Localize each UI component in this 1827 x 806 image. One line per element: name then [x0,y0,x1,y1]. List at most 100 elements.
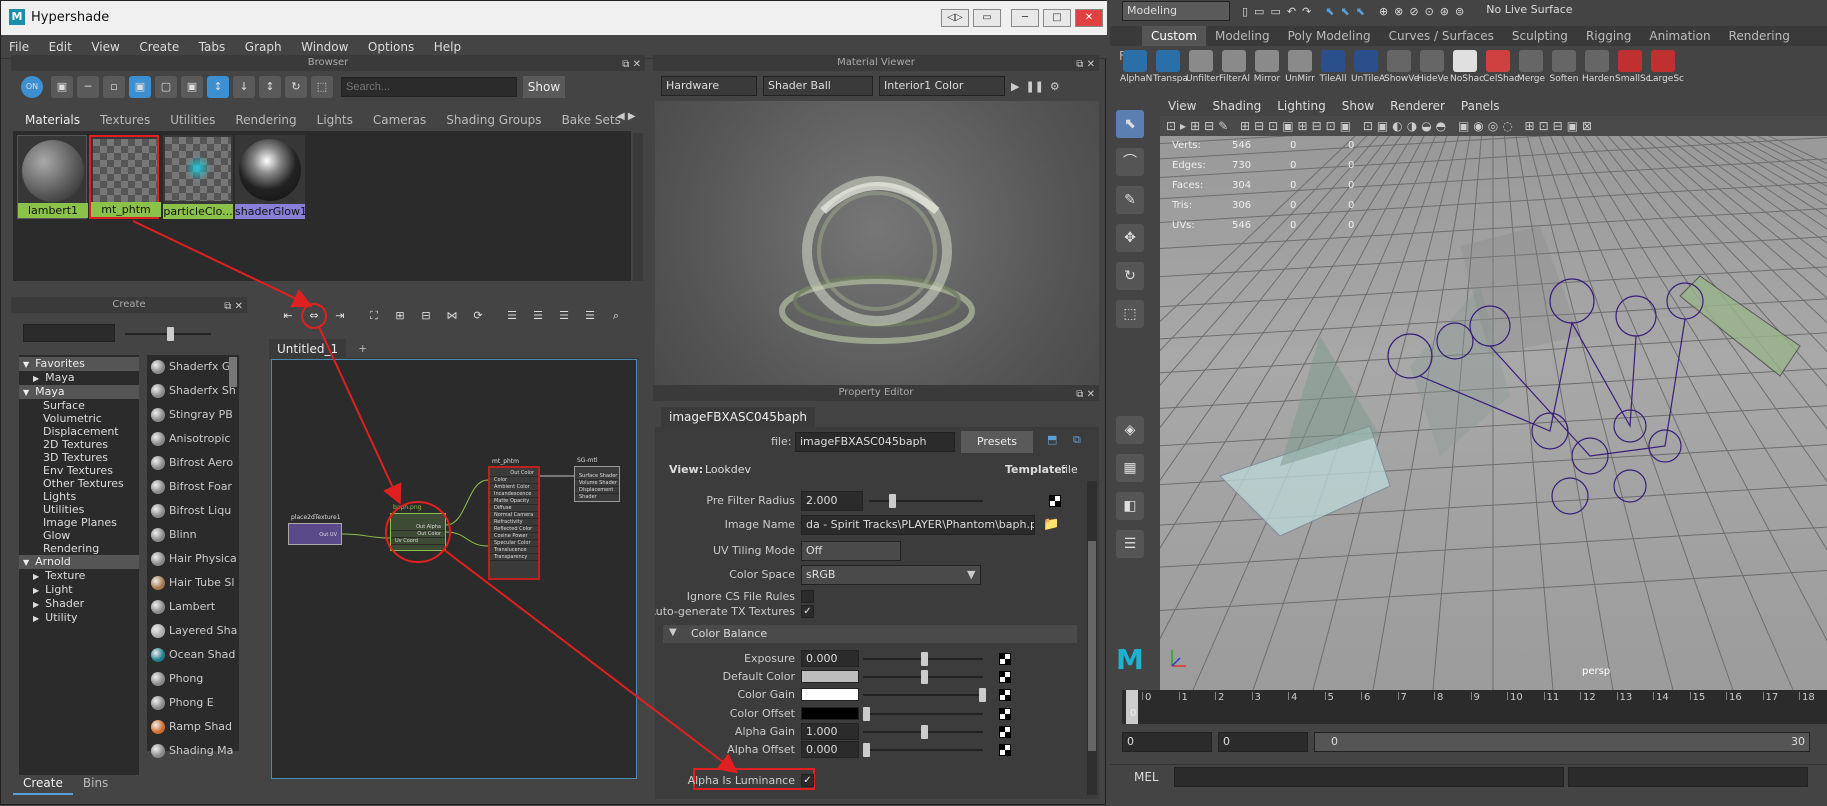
expand-arrow-icon[interactable]: ▼ [23,360,29,369]
slider-knob[interactable] [863,743,870,757]
color-gain-slider[interactable] [863,688,986,703]
small-icon-icon[interactable]: ▫ [103,76,125,98]
select-all-icon[interactable]: ⬚ [311,76,333,98]
tab-textures[interactable]: Textures [90,110,160,130]
slider-knob[interactable] [889,494,896,508]
xlarge-icon-icon[interactable]: ▣ [181,76,203,98]
shelf-button[interactable]: TileAll [1318,48,1348,92]
panel-menu-renderer[interactable]: Renderer [1382,99,1453,113]
rearrange-graph-icon[interactable]: ⟳ [467,305,489,327]
input-output-connections-icon[interactable]: ⇔ [303,305,325,327]
shelf-button[interactable]: FilterAl [1219,48,1250,92]
slider-knob[interactable] [921,652,928,666]
default-color-slider[interactable] [863,670,983,685]
show-button[interactable]: Show [523,76,565,98]
color-offset-slider[interactable] [863,706,983,721]
pre-filter-radius-slider[interactable] [869,494,983,508]
slider-knob[interactable] [167,327,174,341]
tree-item[interactable]: ▶ Texture [19,569,139,583]
shelf-button[interactable]: Harden [1582,48,1615,92]
create-node-item[interactable]: Ramp Shad [147,715,239,739]
settings-icon[interactable]: ⚙ [1050,80,1060,93]
collapsed-arrow-icon[interactable]: ▶ [33,586,39,595]
map-button-icon[interactable] [1049,495,1061,507]
node-list-scrollbar[interactable] [229,357,237,387]
slider-knob[interactable] [921,670,928,685]
tree-item[interactable]: ▼ Favorites [19,357,139,371]
create-node-item[interactable]: Bifrost Liqu [147,499,239,523]
create-node-item[interactable]: Phong E [147,691,239,715]
close-button[interactable]: ✕ [1075,9,1103,27]
minimize-button[interactable]: ─ [1011,9,1039,27]
tab-rendering[interactable]: Rendering [225,110,306,130]
shelf-button[interactable]: AlphaN [1120,48,1152,92]
collapsed-arrow-icon[interactable]: ▶ [33,600,39,609]
four-view-icon[interactable]: ▦ [1116,454,1144,482]
material-preview-viewport[interactable] [655,101,1099,385]
slider-knob[interactable] [863,706,870,721]
create-node-item[interactable]: Shaderfx Ga [147,355,239,379]
full-view-icon[interactable]: ☰ [553,305,575,327]
create-node-item[interactable]: Bifrost Aero [147,451,239,475]
image-name-field[interactable]: da - Spirit Tracks\PLAYER\Phantom\baph.p… [801,515,1035,535]
shelf-button[interactable]: Mirror [1252,48,1282,92]
shelf-button[interactable]: Transpa [1153,48,1188,92]
browser-search-input[interactable] [341,77,517,97]
default-color-swatch[interactable] [801,670,859,684]
property-node-tab[interactable]: imageFBXASC045baph [661,407,816,427]
shelf-button[interactable]: UnMirr [1285,48,1315,92]
presets-button[interactable]: Presets [961,431,1033,453]
move-tool-icon[interactable]: ✥ [1116,224,1144,252]
expand-arrow-icon[interactable]: ▼ [23,558,29,567]
tree-item[interactable]: Image Planes [19,516,139,529]
alpha-offset-field[interactable]: 0.000 [801,741,859,758]
uv-tiling-dropdown[interactable]: Off [801,541,901,561]
shelf-button[interactable]: HideVe [1417,48,1449,92]
lasso-tool-icon[interactable]: ⌒ [1116,148,1144,176]
expand-arrow-icon[interactable]: ▼ [23,388,29,397]
color-balance-section[interactable]: ▼ Color Balance [663,625,1077,643]
alpha-offset-slider[interactable] [863,743,983,757]
scale-tool-icon[interactable]: ⬚ [1116,300,1144,328]
maximize-button[interactable]: □ [1043,9,1071,27]
panel-float-close-icon[interactable]: ⧉ ✕ [622,57,641,73]
alpha-is-luminance-checkbox[interactable]: ✓ [801,774,814,787]
range-slider-bar[interactable]: 0 30 [1314,732,1810,752]
create-node-item[interactable]: Shading Ma [147,739,239,763]
material-swatch-mt-phtm[interactable]: mt_phtm [89,135,161,219]
range-start-field[interactable]: 0 [1218,732,1308,752]
tab-materials[interactable]: Materials [15,110,90,130]
tree-item[interactable]: ▶ Shader [19,597,139,611]
tree-item[interactable]: Lights [19,490,139,503]
window-extra-icon[interactable]: ◁▷ [941,9,969,27]
sort-time-icon[interactable]: ↕ [259,76,281,98]
shelf-tab-rigging[interactable]: Rigging [1577,26,1640,46]
tree-item[interactable]: Glow [19,529,139,542]
connected-view-icon[interactable]: ☰ [527,305,549,327]
menuset-dropdown[interactable]: Modeling [1122,1,1230,21]
alpha-gain-slider[interactable] [863,724,983,739]
create-filter-input[interactable] [23,324,115,342]
panel-float-close-icon[interactable]: ⧉ ✕ [1076,387,1095,403]
tree-item[interactable]: Env Textures [19,464,139,477]
shelf-button[interactable]: Soften [1549,48,1579,92]
panel-float-close-icon[interactable]: ⧉ ✕ [1076,57,1095,73]
input-connections-icon[interactable]: ⇤ [277,305,299,327]
sort-type-icon[interactable]: ↓ [233,76,255,98]
panel-toolbar[interactable]: ⊡▸⊞⊟✎ ⊞⊟⊡▣⊞⊟⊡▣ ⊡▣◐◑◒◓ ▣◉◎◌ ⊞⊡⊟▣⊠ [1160,116,1827,136]
tab-utilities[interactable]: Utilities [160,110,225,130]
frame-all-icon[interactable]: ⛶ [363,305,385,327]
tree-item[interactable]: Displacement [19,425,139,438]
tab-bins[interactable]: Bins [73,773,118,793]
shelf-button[interactable]: CelShac [1483,48,1519,92]
pause-icon[interactable]: ❚❚ [1025,80,1043,93]
medium-icon-icon[interactable]: ▣ [129,76,151,98]
shelf-tab-custom[interactable]: Custom [1142,26,1206,46]
collapsed-arrow-icon[interactable]: ▶ [33,572,39,581]
map-button-icon[interactable] [999,725,1011,738]
graph-tab-untitled[interactable]: Untitled_1 [269,338,347,359]
single-view-icon[interactable]: ◈ [1116,416,1144,444]
shelf-button[interactable]: ShowVe [1384,48,1419,92]
create-node-item[interactable]: Hair Physica [147,547,239,571]
paint-select-icon[interactable]: ✎ [1116,186,1144,214]
